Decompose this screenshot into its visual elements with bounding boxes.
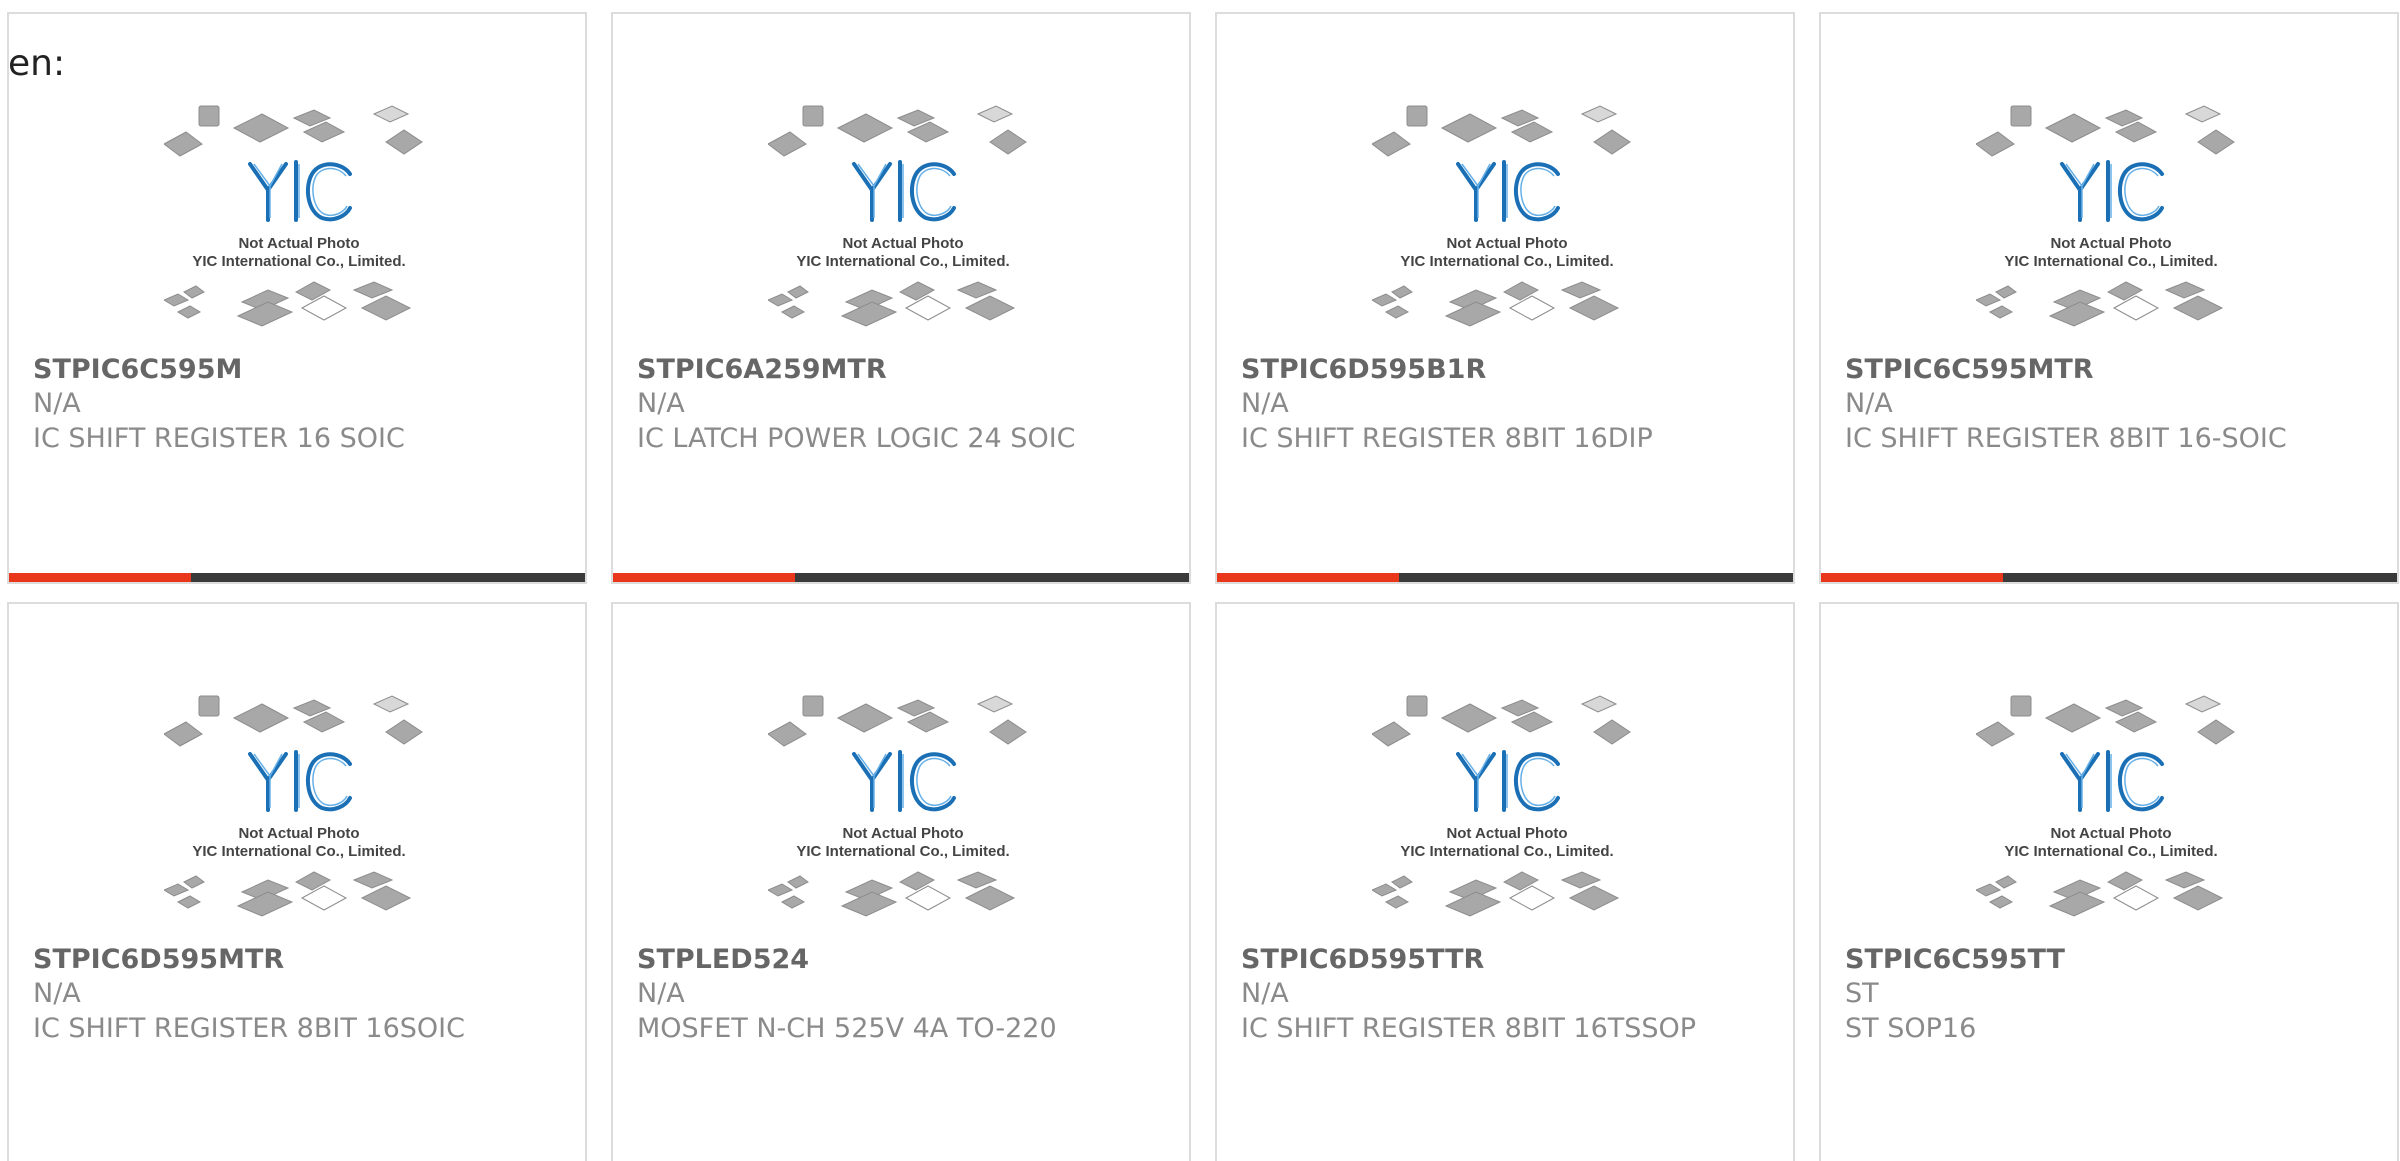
product-card[interactable]: Not Actual Photo YIC International Co., …: [7, 602, 587, 1161]
manufacturer: N/A: [1845, 388, 1893, 419]
page-heading: en:: [8, 43, 66, 84]
not-actual-photo-placeholder: Not Actual Photo YIC International Co., …: [768, 105, 1027, 327]
product-description: IC SHIFT REGISTER 8BIT 16DIP: [1241, 423, 1653, 454]
product-description: IC SHIFT REGISTER 8BIT 16TSSOP: [1241, 1013, 1697, 1044]
manufacturer: N/A: [33, 388, 81, 419]
not-actual-photo-placeholder: Not Actual Photo YIC International Co., …: [164, 695, 423, 917]
product-description: ST SOP16: [1845, 1013, 1977, 1044]
not-actual-photo-placeholder: Not Actual Photo YIC International Co., …: [1976, 695, 2235, 917]
product-image[interactable]: Not Actual Photo YIC International Co., …: [1372, 102, 1642, 342]
placeholder-caption-line1: Not Actual Photo: [238, 825, 359, 842]
placeholder-caption-line1: Not Actual Photo: [238, 235, 359, 252]
not-actual-photo-placeholder: Not Actual Photo YIC International Co., …: [1372, 105, 1631, 327]
placeholder-caption-line2: YIC International Co., Limited.: [796, 843, 1009, 860]
placeholder-caption-line2: YIC International Co., Limited.: [1400, 253, 1613, 270]
product-card[interactable]: Not Actual Photo YIC International Co., …: [1215, 602, 1795, 1161]
manufacturer: N/A: [1241, 978, 1289, 1009]
part-number[interactable]: STPIC6C595TT: [1845, 944, 2065, 975]
card-bottom-bar: [1821, 573, 2397, 582]
part-number[interactable]: STPIC6D595MTR: [33, 944, 284, 975]
placeholder-caption-line2: YIC International Co., Limited.: [1400, 843, 1613, 860]
product-card[interactable]: Not Actual Photo YIC International Co., …: [611, 602, 1191, 1161]
placeholder-caption-line2: YIC International Co., Limited.: [2004, 253, 2217, 270]
product-card[interactable]: Not Actual Photo YIC International Co., …: [611, 12, 1191, 584]
part-number[interactable]: STPIC6C595MTR: [1845, 354, 2094, 385]
card-accent-bar: [613, 573, 795, 582]
product-description: IC SHIFT REGISTER 16 SOIC: [33, 423, 405, 454]
card-accent-bar: [9, 573, 191, 582]
product-description: IC LATCH POWER LOGIC 24 SOIC: [637, 423, 1076, 454]
product-description: MOSFET N-CH 525V 4A TO-220: [637, 1013, 1057, 1044]
product-image[interactable]: Not Actual Photo YIC International Co., …: [1976, 102, 2246, 342]
manufacturer: ST: [1845, 978, 1879, 1009]
product-image[interactable]: Not Actual Photo YIC International Co., …: [1372, 692, 1642, 932]
part-number[interactable]: STPIC6D595TTR: [1241, 944, 1484, 975]
manufacturer: N/A: [637, 978, 685, 1009]
manufacturer: N/A: [637, 388, 685, 419]
placeholder-caption-line1: Not Actual Photo: [2050, 825, 2171, 842]
product-image[interactable]: Not Actual Photo YIC International Co., …: [164, 692, 434, 932]
placeholder-caption-line1: Not Actual Photo: [842, 235, 963, 252]
product-image[interactable]: Not Actual Photo YIC International Co., …: [768, 102, 1038, 342]
placeholder-caption-line1: Not Actual Photo: [1446, 825, 1567, 842]
not-actual-photo-placeholder: Not Actual Photo YIC International Co., …: [768, 695, 1027, 917]
card-bottom-bar: [1217, 573, 1793, 582]
placeholder-caption-line2: YIC International Co., Limited.: [192, 843, 405, 860]
placeholder-caption-line1: Not Actual Photo: [2050, 235, 2171, 252]
part-number[interactable]: STPIC6C595M: [33, 354, 242, 385]
card-bottom-bar: [613, 573, 1189, 582]
placeholder-caption-line1: Not Actual Photo: [842, 825, 963, 842]
manufacturer: N/A: [33, 978, 81, 1009]
product-card[interactable]: Not Actual Photo YIC International Co., …: [1215, 12, 1795, 584]
part-number[interactable]: STPIC6A259MTR: [637, 354, 887, 385]
product-card[interactable]: Not Actual Photo YIC International Co., …: [7, 12, 587, 584]
not-actual-photo-placeholder: Not Actual Photo YIC International Co., …: [1372, 695, 1631, 917]
part-number[interactable]: STPIC6D595B1R: [1241, 354, 1486, 385]
product-card[interactable]: Not Actual Photo YIC International Co., …: [1819, 602, 2399, 1161]
product-image[interactable]: Not Actual Photo YIC International Co., …: [164, 102, 434, 342]
product-grid-page: en: Not Actual Photo YIC International C…: [0, 0, 2400, 1161]
card-accent-bar: [1821, 573, 2003, 582]
product-image[interactable]: Not Actual Photo YIC International Co., …: [768, 692, 1038, 932]
placeholder-caption-line1: Not Actual Photo: [1446, 235, 1567, 252]
product-image[interactable]: Not Actual Photo YIC International Co., …: [1976, 692, 2246, 932]
product-description: IC SHIFT REGISTER 8BIT 16SOIC: [33, 1013, 465, 1044]
card-bottom-bar: [9, 573, 585, 582]
product-description: IC SHIFT REGISTER 8BIT 16-SOIC: [1845, 423, 2287, 454]
manufacturer: N/A: [1241, 388, 1289, 419]
not-actual-photo-placeholder: Not Actual Photo YIC International Co., …: [164, 105, 423, 327]
card-accent-bar: [1217, 573, 1399, 582]
not-actual-photo-placeholder: Not Actual Photo YIC International Co., …: [1976, 105, 2235, 327]
product-card[interactable]: Not Actual Photo YIC International Co., …: [1819, 12, 2399, 584]
placeholder-caption-line2: YIC International Co., Limited.: [796, 253, 1009, 270]
part-number[interactable]: STPLED524: [637, 944, 809, 975]
placeholder-caption-line2: YIC International Co., Limited.: [2004, 843, 2217, 860]
placeholder-caption-line2: YIC International Co., Limited.: [192, 253, 405, 270]
